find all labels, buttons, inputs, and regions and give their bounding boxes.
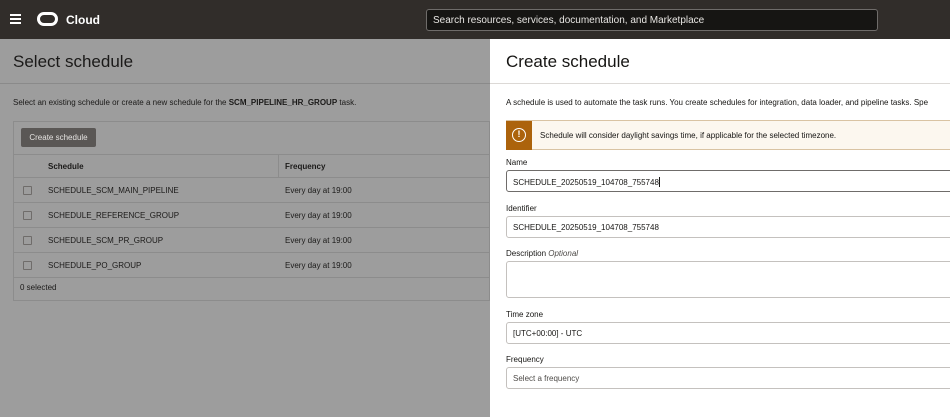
- timezone-label: Time zone: [506, 310, 544, 319]
- schedule-frequency: Every day at 19:00: [285, 261, 352, 270]
- description-suffix: task.: [339, 98, 357, 107]
- top-navigation-bar: Cloud Search resources, services, docume…: [0, 0, 950, 39]
- table-header: Schedule Frequency: [14, 154, 489, 178]
- daylight-warning-banner: ! Schedule will consider daylight saving…: [506, 120, 950, 150]
- schedule-frequency: Every day at 19:00: [285, 236, 352, 245]
- divider: [490, 83, 950, 84]
- schedule-name: SCHEDULE_PO_GROUP: [48, 261, 142, 270]
- create-schedule-panel: Create schedule A schedule is used to au…: [490, 39, 950, 417]
- select-schedule-page: Select schedule Select an existing sched…: [0, 39, 490, 417]
- warning-accent: !: [506, 121, 532, 150]
- schedules-table: Create schedule Schedule Frequency SCHED…: [13, 121, 490, 301]
- schedule-frequency: Every day at 19:00: [285, 211, 352, 220]
- column-header-frequency[interactable]: Frequency: [285, 162, 325, 171]
- schedule-name: SCHEDULE_SCM_PR_GROUP: [48, 236, 164, 245]
- panel-title: Create schedule: [506, 52, 630, 71]
- warning-text: Schedule will consider daylight savings …: [540, 131, 837, 140]
- page-description: Select an existing schedule or create a …: [13, 98, 356, 107]
- frequency-label: Frequency: [506, 355, 544, 364]
- table-row[interactable]: SCHEDULE_SCM_PR_GROUP Every day at 19:00: [14, 228, 489, 253]
- table-row[interactable]: SCHEDULE_SCM_MAIN_PIPELINE Every day at …: [14, 178, 489, 203]
- row-checkbox[interactable]: [23, 236, 32, 245]
- divider: [0, 83, 490, 84]
- column-divider[interactable]: [278, 155, 279, 178]
- selected-count: 0 selected: [20, 283, 57, 292]
- column-header-schedule[interactable]: Schedule: [48, 162, 84, 171]
- timezone-select[interactable]: [UTC+00:00] - UTC: [506, 322, 950, 344]
- optional-hint: Optional: [548, 249, 579, 258]
- frequency-select[interactable]: Select a frequency: [506, 367, 950, 389]
- identifier-label: Identifier: [506, 204, 537, 213]
- text-cursor: [658, 177, 660, 187]
- warning-icon: !: [512, 128, 526, 142]
- search-input[interactable]: Search resources, services, documentatio…: [426, 9, 878, 31]
- row-checkbox[interactable]: [23, 186, 32, 195]
- name-label: Name: [506, 158, 528, 167]
- create-schedule-button[interactable]: Create schedule: [21, 128, 96, 147]
- schedule-name: SCHEDULE_REFERENCE_GROUP: [48, 211, 180, 220]
- oracle-logo-icon[interactable]: [37, 12, 58, 26]
- panel-description: A schedule is used to automate the task …: [506, 98, 929, 107]
- name-field[interactable]: SCHEDULE_20250519_104708_755748: [506, 170, 950, 192]
- description-label-text: Description: [506, 249, 547, 258]
- description-text: Select an existing schedule or create a …: [13, 98, 227, 107]
- description-label: Description Optional: [506, 249, 578, 258]
- page-title: Select schedule: [13, 52, 134, 71]
- row-checkbox[interactable]: [23, 261, 32, 270]
- brand-name: Cloud: [66, 13, 100, 27]
- description-textarea[interactable]: [506, 261, 950, 298]
- row-checkbox[interactable]: [23, 211, 32, 220]
- schedule-name: SCHEDULE_SCM_MAIN_PIPELINE: [48, 186, 179, 195]
- menu-icon[interactable]: [10, 14, 21, 24]
- table-row[interactable]: SCHEDULE_REFERENCE_GROUP Every day at 19…: [14, 203, 489, 228]
- name-value: SCHEDULE_20250519_104708_755748: [513, 178, 659, 187]
- task-name: SCM_PIPELINE_HR_GROUP: [228, 98, 338, 107]
- schedule-frequency: Every day at 19:00: [285, 186, 352, 195]
- identifier-field[interactable]: SCHEDULE_20250519_104708_755748: [506, 216, 950, 238]
- table-row[interactable]: SCHEDULE_PO_GROUP Every day at 19:00: [14, 253, 489, 278]
